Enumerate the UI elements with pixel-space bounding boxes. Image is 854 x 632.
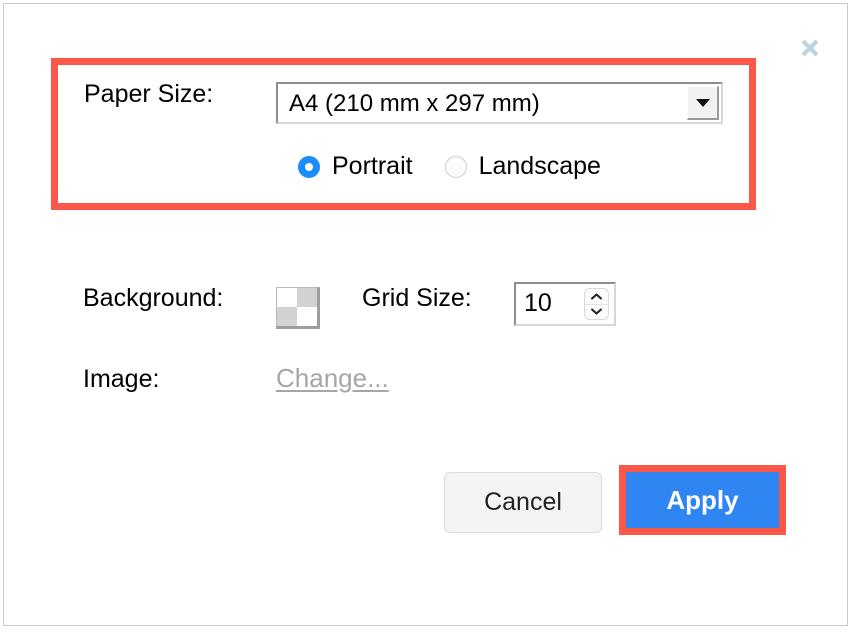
close-x-icon bbox=[799, 37, 821, 59]
image-label: Image: bbox=[83, 365, 159, 394]
radio-landscape-label: Landscape bbox=[479, 152, 601, 181]
grid-size-label: Grid Size: bbox=[362, 284, 472, 313]
page-setup-dialog: Paper Size: A4 (210 mm x 297 mm) Portrai… bbox=[3, 3, 848, 626]
swatch-cell bbox=[277, 288, 297, 307]
grid-size-stepper[interactable] bbox=[584, 288, 609, 320]
radio-option-landscape[interactable]: Landscape bbox=[445, 152, 601, 181]
image-change-link[interactable]: Change... bbox=[276, 363, 389, 394]
close-dialog-button[interactable] bbox=[795, 33, 825, 63]
chevron-up-icon[interactable] bbox=[585, 289, 608, 304]
cancel-button[interactable]: Cancel bbox=[444, 472, 602, 533]
apply-button[interactable]: Apply bbox=[626, 472, 779, 528]
chevron-down-icon[interactable] bbox=[585, 304, 608, 320]
swatch-cell bbox=[297, 307, 317, 326]
radio-portrait-label: Portrait bbox=[332, 152, 413, 181]
radio-option-portrait[interactable]: Portrait bbox=[298, 152, 413, 181]
chevron-down-icon[interactable] bbox=[687, 86, 719, 120]
grid-size-value: 10 bbox=[524, 289, 552, 318]
background-label: Background: bbox=[83, 284, 223, 313]
swatch-cell bbox=[297, 288, 317, 307]
radio-landscape-indicator[interactable] bbox=[445, 156, 467, 178]
paper-size-label: Paper Size: bbox=[84, 80, 213, 109]
background-color-swatch[interactable] bbox=[276, 287, 320, 329]
orientation-radio-group: Portrait Landscape bbox=[298, 152, 601, 181]
paper-size-selected-value: A4 (210 mm x 297 mm) bbox=[289, 90, 540, 118]
radio-portrait-indicator[interactable] bbox=[298, 156, 320, 178]
paper-size-select[interactable]: A4 (210 mm x 297 mm) bbox=[276, 82, 723, 124]
swatch-cell bbox=[277, 307, 297, 326]
triangle-glyph bbox=[696, 99, 710, 107]
grid-size-input[interactable]: 10 bbox=[514, 282, 616, 326]
